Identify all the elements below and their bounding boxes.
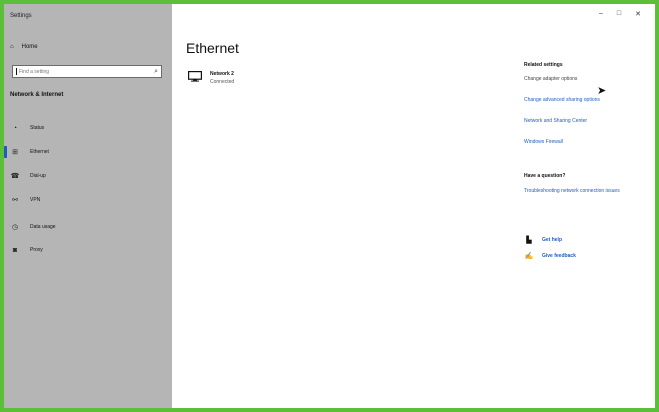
close-button[interactable]: ✕ (635, 10, 641, 18)
question-title: Have a question? (524, 173, 566, 179)
sidebar: Settings ⌂ Home ⌕ Network & Internet ◔ S… (4, 4, 172, 408)
vpn-icon: ⚯ (12, 197, 18, 204)
dialup-icon: ☎ (10, 173, 20, 180)
status-icon: ◔ (12, 124, 18, 132)
related-settings-title: Related settings (524, 62, 563, 68)
sidebar-item-vpn[interactable]: ⚯ VPN (10, 195, 40, 205)
page-title: Ethernet (186, 40, 239, 56)
monitor-icon (188, 71, 202, 82)
sidebar-item-label: Ethernet (30, 149, 49, 155)
proxy-icon: ◙ (12, 246, 18, 254)
sidebar-item-label: Dial-up (30, 173, 46, 179)
get-help-row[interactable]: ▙ Get help (524, 236, 576, 244)
sidebar-item-label: Data usage (30, 224, 56, 230)
get-help-icon: ▙ (526, 237, 532, 244)
sidebar-item-label: Status (30, 125, 45, 131)
sidebar-item-status[interactable]: ◔ Status (10, 123, 44, 133)
network-name: Network 2 (210, 71, 234, 77)
sidebar-item-dialup[interactable]: ☎ Dial-up (10, 171, 46, 181)
minimize-button[interactable]: – (599, 10, 603, 18)
data-usage-icon: ◷ (11, 224, 19, 231)
give-feedback-link[interactable]: Give feedback (542, 253, 576, 259)
feedback-icon: ✍ (524, 253, 534, 260)
advanced-sharing-link[interactable]: Change advanced sharing options (524, 97, 644, 103)
windows-firewall-link[interactable]: Windows Firewall (524, 139, 644, 145)
home-nav-item[interactable]: ⌂ Home (10, 44, 38, 50)
mouse-pointer-icon: ➤ (597, 85, 607, 97)
related-settings: Related settings Change adapter options … (524, 62, 644, 160)
network-status: Connected (210, 79, 235, 85)
search-input[interactable] (19, 68, 139, 75)
main-content: – □ ✕ Ethernet Network 2 Connected Relat… (172, 4, 655, 408)
section-title: Network & Internet (10, 92, 64, 98)
change-adapter-options-link[interactable]: Change adapter options (524, 76, 644, 82)
help-section: ▙ Get help ✍ Give feedback (524, 236, 576, 268)
window-controls: – □ ✕ (599, 10, 641, 18)
home-label: Home (21, 44, 38, 50)
get-help-link[interactable]: Get help (542, 237, 562, 243)
ethernet-icon: ⊞ (12, 149, 18, 156)
maximize-button[interactable]: □ (617, 10, 621, 18)
home-icon: ⌂ (10, 44, 14, 50)
sharing-center-link[interactable]: Network and Sharing Center (524, 118, 644, 124)
text-caret (16, 68, 17, 75)
search-box[interactable]: ⌕ (12, 65, 162, 78)
search-icon[interactable]: ⌕ (154, 68, 158, 76)
window-frame: Settings ⌂ Home ⌕ Network & Internet ◔ S… (0, 0, 659, 412)
window-title: Settings (10, 13, 32, 19)
sidebar-item-label: Proxy (30, 247, 43, 253)
sidebar-item-label: VPN (30, 197, 41, 203)
troubleshoot-link[interactable]: Troubleshooting network connection issue… (524, 187, 634, 195)
sidebar-item-data-usage[interactable]: ◷ Data usage (10, 222, 56, 232)
give-feedback-row[interactable]: ✍ Give feedback (524, 252, 576, 260)
network-text: Network 2 Connected (210, 71, 234, 85)
network-entry[interactable]: Network 2 Connected (188, 71, 234, 85)
sidebar-item-proxy[interactable]: ◙ Proxy (10, 245, 43, 255)
sidebar-item-ethernet[interactable]: ⊞ Ethernet (4, 146, 49, 158)
question-section: Have a question? Troubleshooting network… (524, 173, 634, 195)
